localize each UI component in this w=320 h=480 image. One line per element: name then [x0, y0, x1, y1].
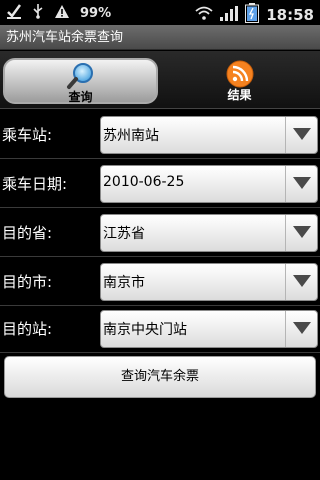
travel-date-value: 2010-06-25 [103, 174, 185, 190]
dropdown-arrow-icon [285, 264, 317, 300]
app-title: 苏州汽车站余票查询 [6, 30, 124, 45]
tab-results[interactable]: 结果 [162, 58, 317, 104]
destination-station-spinner[interactable]: 南京中央门站 [100, 310, 318, 348]
signal-icon [220, 5, 239, 25]
status-bar: 99% 18:58 [0, 0, 320, 25]
travel-date-label: 乘车日期: [2, 175, 68, 193]
warning-icon [54, 4, 70, 23]
tab-results-label: 结果 [227, 88, 252, 102]
usb-icon [32, 3, 44, 23]
form-row-destination-province: 目的省: 江苏省 [0, 209, 320, 257]
tab-bar: 查询 结果 [0, 51, 320, 109]
dropdown-arrow-icon [285, 117, 317, 153]
destination-station-label: 目的站: [2, 320, 53, 338]
magnifier-icon [66, 63, 93, 89]
form-row-destination-station: 目的站: 南京中央门站 [0, 305, 320, 353]
form-row-departure-station: 乘车站: 苏州南站 [0, 111, 320, 159]
destination-city-spinner[interactable]: 南京市 [100, 263, 318, 301]
wifi-icon [195, 6, 213, 24]
clock: 18:58 [266, 6, 314, 24]
dropdown-arrow-icon [285, 215, 317, 251]
travel-date-spinner[interactable]: 2010-06-25 [100, 165, 318, 203]
tab-query-label: 查询 [68, 90, 93, 104]
form-row-travel-date: 乘车日期: 2010-06-25 [0, 160, 320, 208]
query-tickets-button[interactable]: 查询汽车余票 [4, 356, 316, 398]
check-icon [6, 3, 22, 23]
battery-icon [245, 3, 260, 27]
battery-percent: 99% [80, 5, 112, 21]
tab-query[interactable]: 查询 [3, 58, 158, 104]
rss-icon [226, 60, 253, 88]
departure-station-label: 乘车站: [2, 126, 53, 144]
destination-city-value: 南京市 [103, 275, 145, 291]
destination-province-label: 目的省: [2, 224, 53, 242]
destination-city-label: 目的市: [2, 273, 53, 291]
departure-station-spinner[interactable]: 苏州南站 [100, 116, 318, 154]
dropdown-arrow-icon [285, 166, 317, 202]
departure-station-value: 苏州南站 [103, 128, 159, 144]
app-title-bar: 苏州汽车站余票查询 [0, 25, 320, 50]
destination-province-spinner[interactable]: 江苏省 [100, 214, 318, 252]
destination-station-value: 南京中央门站 [103, 322, 187, 338]
dropdown-arrow-icon [285, 311, 317, 347]
destination-province-value: 江苏省 [103, 226, 145, 242]
form-row-destination-city: 目的市: 南京市 [0, 258, 320, 306]
